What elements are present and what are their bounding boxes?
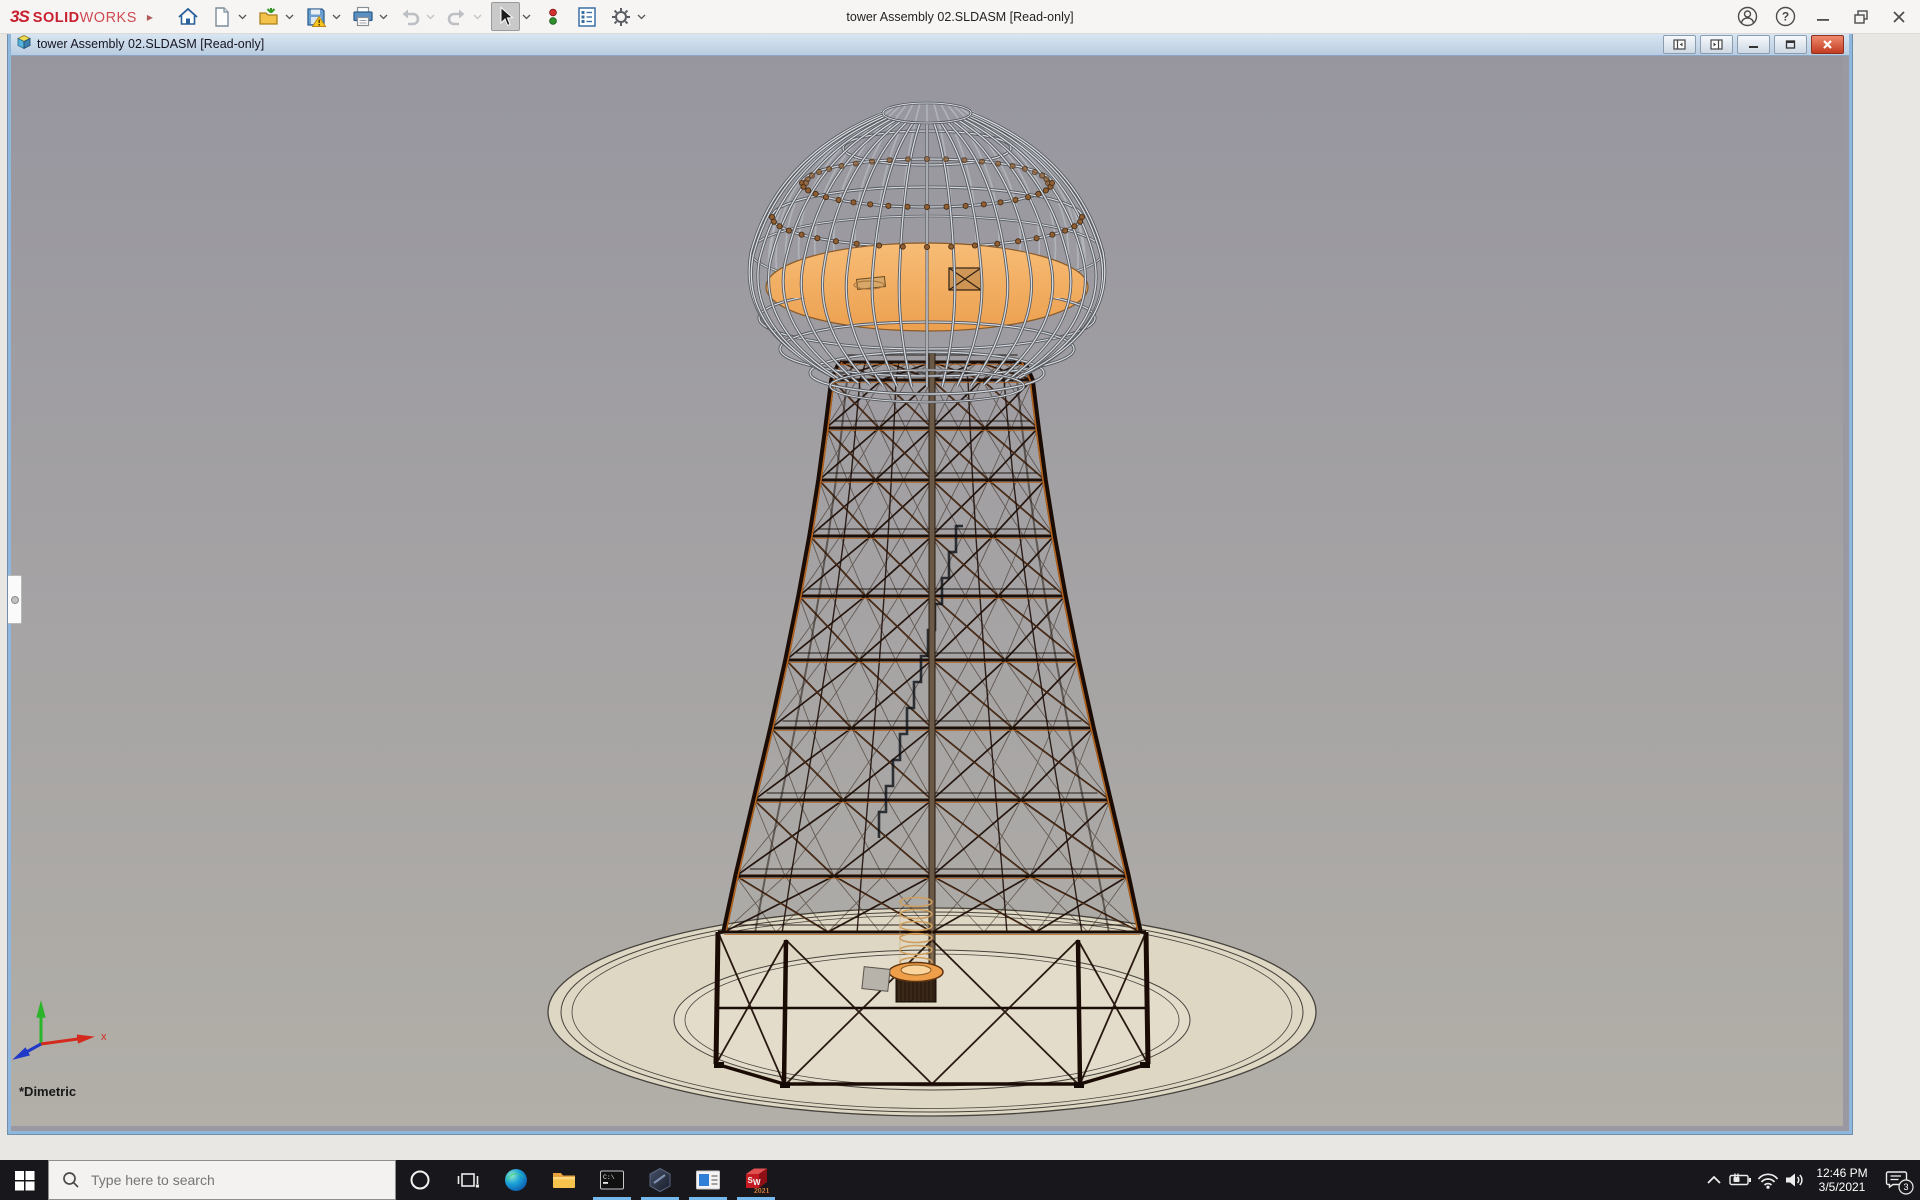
volume-icon[interactable] [1781,1160,1808,1200]
print-icon [351,5,375,29]
clock-date: 3/5/2021 [1808,1180,1876,1194]
ds-logo-mark: 3S [10,7,29,27]
doc-pane-right-button[interactable] [1700,35,1733,54]
notification-badge: 3 [1898,1179,1914,1195]
open-icon [257,5,281,29]
redo-dropdown-arrow [471,3,484,30]
solidworks-logo: 3S SOLID WORKS [0,7,137,27]
doc-restore-button[interactable] [1774,35,1807,54]
document-titlebar[interactable]: tower Assembly 02.SLDASM [Read-only] [11,33,1849,56]
new-document-button[interactable] [209,3,236,30]
select-dropdown-arrow[interactable] [520,3,533,30]
taskbar-task-view-icon[interactable] [444,1160,492,1200]
taskbar-edge-icon[interactable] [492,1160,540,1200]
start-button[interactable] [0,1160,48,1200]
view-orientation-label: *Dimetric [19,1084,76,1099]
settings-button[interactable] [608,3,635,30]
graphics-viewport[interactable]: x *Dimetric [11,56,1843,1126]
taskbar-solidworks-icon[interactable]: SW2021 [732,1160,780,1200]
options-list-icon [575,5,599,29]
app-account-button[interactable] [1736,6,1758,28]
app-window-controls: ? [1736,0,1910,33]
display-states-icon [541,5,565,29]
search-input[interactable] [89,1171,353,1189]
document-title: tower Assembly 02.SLDASM [Read-only] [37,37,264,51]
options-list-button[interactable] [574,3,601,30]
system-tray: 12:46 PM 3/5/2021 3 [1700,1160,1920,1200]
doc-pane-left-button[interactable] [1663,35,1696,54]
open-button[interactable] [256,3,283,30]
feature-manager-collapsed-tab[interactable] [8,575,22,624]
svg-text:?: ? [1782,10,1789,24]
undo-dropdown-arrow [424,3,437,30]
app-restore-button[interactable] [1850,6,1872,28]
search-icon [61,1170,81,1190]
undo-icon [398,5,422,29]
tower-assembly-model[interactable] [11,56,1843,1126]
home-icon [176,5,200,29]
tray-chevron-up-icon[interactable] [1700,1160,1727,1200]
clock-time: 12:46 PM [1808,1166,1876,1180]
taskbar-apps: C:\ SW2021 [396,1160,780,1200]
print-button[interactable] [350,3,377,30]
svg-text:W: W [753,1178,761,1187]
save-dropdown-arrow[interactable] [330,3,343,30]
battery-icon[interactable] [1727,1160,1754,1200]
svg-text:2021: 2021 [754,1188,770,1195]
windows-taskbar: C:\ SW2021 12:46 PM 3/5/2021 3 [0,1160,1920,1200]
settings-icon [609,5,633,29]
select-icon [493,5,517,29]
save-icon [304,5,328,29]
redo-button [444,3,471,30]
document-window-controls [1663,35,1844,54]
taskbar-clock[interactable]: 12:46 PM 3/5/2021 [1808,1166,1876,1194]
new-document-dropdown-arrow[interactable] [236,3,249,30]
print-dropdown-arrow[interactable] [377,3,390,30]
display-states-button[interactable] [540,3,567,30]
app-help-button[interactable]: ? [1774,6,1796,28]
assembly-file-icon [16,34,32,55]
quick-access-toolbar [175,2,655,31]
home-button[interactable] [175,3,202,30]
app-titlebar: 3S SOLID WORKS ▸ tower Assembly 02.SLDAS… [0,0,1920,34]
undo-button [397,3,424,30]
taskbar-photos-icon[interactable] [684,1160,732,1200]
panel-handle-dot [11,596,19,604]
redo-icon [445,5,469,29]
action-center-icon[interactable]: 3 [1876,1160,1920,1200]
document-window: tower Assembly 02.SLDASM [Read-only] x *… [8,33,1852,1134]
save-button[interactable] [303,3,330,30]
brand-expand-arrow[interactable]: ▸ [147,10,153,24]
wifi-icon[interactable] [1754,1160,1781,1200]
doc-close-button[interactable] [1811,35,1844,54]
doc-minimize-button[interactable] [1737,35,1770,54]
taskbar-terminal-icon[interactable]: C:\ [588,1160,636,1200]
new-document-icon [210,5,234,29]
orientation-triad: x [11,976,131,1076]
open-dropdown-arrow[interactable] [283,3,296,30]
taskbar-edrawings-icon[interactable] [636,1160,684,1200]
taskbar-cortana-icon[interactable] [396,1160,444,1200]
taskbar-file-explorer-icon[interactable] [540,1160,588,1200]
select-button[interactable] [491,2,520,31]
svg-text:C:\: C:\ [603,1174,615,1181]
svg-text:3: 3 [1903,1182,1908,1192]
svg-text:x: x [101,1031,107,1043]
app-minimize-button[interactable] [1812,6,1834,28]
settings-dropdown-arrow[interactable] [635,3,648,30]
app-close-button[interactable] [1888,6,1910,28]
taskbar-search[interactable] [48,1160,396,1200]
